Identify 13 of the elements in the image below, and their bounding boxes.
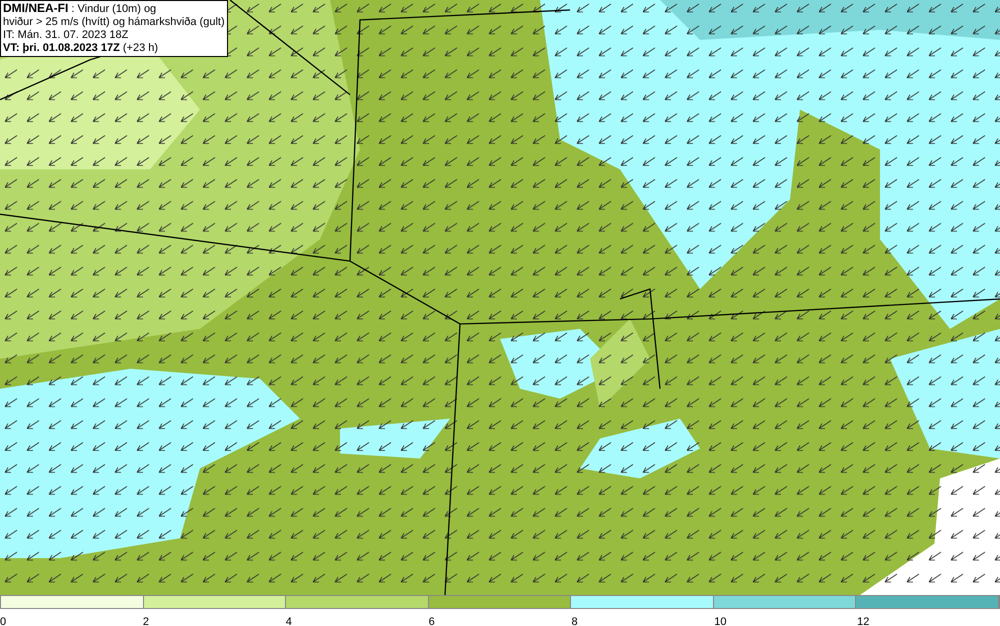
- legend-source: DMI/NEA-FI: [3, 1, 68, 15]
- valid-time: VT: þri. 01.08.2023 17Z: [3, 42, 120, 54]
- scale-label: 2: [142, 616, 149, 626]
- scale-label: 0: [0, 616, 6, 626]
- forecast-offset: (+23 h): [122, 42, 158, 54]
- scale-label: 10: [714, 616, 727, 626]
- scale-label: 6: [428, 616, 435, 626]
- legend-description: : Vindur (10m) og: [71, 3, 156, 15]
- scale-label: 12: [857, 616, 870, 626]
- scale-label: 4: [286, 616, 292, 626]
- legend-text: hviður > 25 m/s (hvítt) og hámarkshviða (gult): [3, 16, 225, 29]
- issue-time: IT: Mán. 31. 07. 2023 18Z: [3, 29, 130, 42]
- scale-label: 8: [571, 616, 578, 626]
